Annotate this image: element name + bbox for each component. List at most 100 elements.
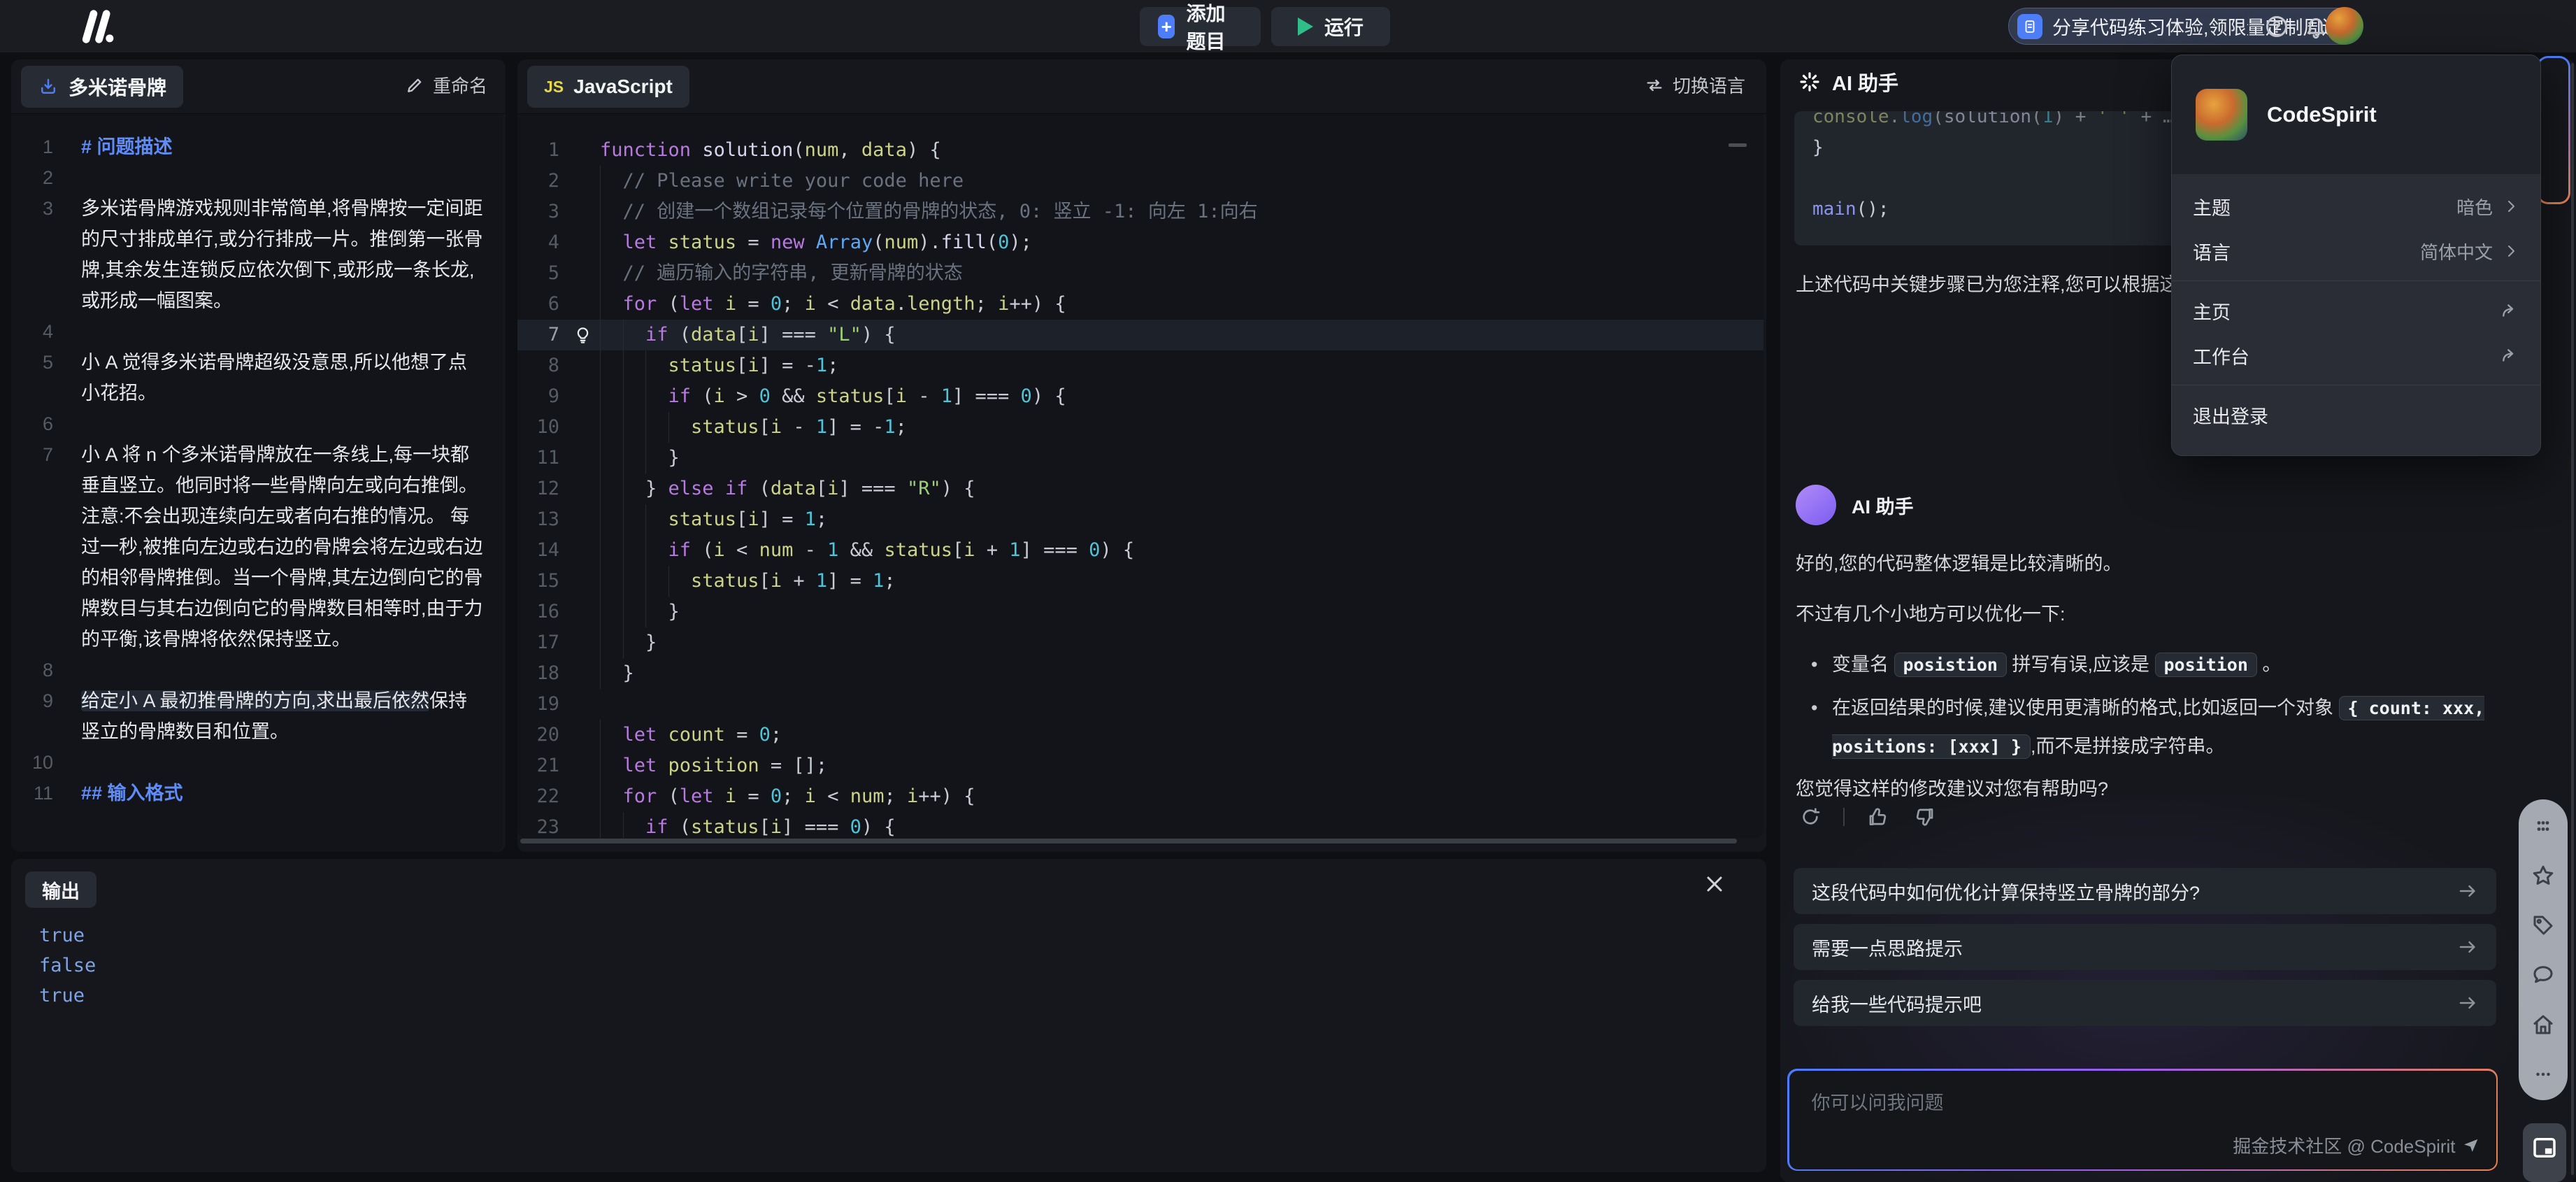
line-number: 17 [517, 627, 565, 658]
dots-icon[interactable] [2528, 1059, 2559, 1090]
line-number: 1 [517, 135, 565, 166]
markdown-line: 6 [11, 408, 503, 439]
line-number: 6 [517, 289, 565, 320]
sidebar-toggle-icon[interactable] [18, 13, 46, 41]
problem-panel-header: 多米诺骨牌 重命名 [11, 59, 506, 114]
chevron-right-icon [2503, 198, 2519, 215]
problem-markdown-editor[interactable]: 1# 问题描述23多米诺骨牌游戏规则非常简单,将骨牌按一定间距的尺寸排成单行,或… [11, 114, 503, 852]
grid-handle-icon[interactable] [2528, 811, 2559, 841]
ai-message-header: AI 助手 [1796, 485, 1914, 525]
output-panel: 输出 truefalsetrue [11, 859, 1766, 1172]
survey-icon [2017, 14, 2042, 39]
user-name: CodeSpirit [2267, 102, 2377, 127]
line-number: 11 [517, 443, 565, 473]
menu-item-主页[interactable]: 主页 [2172, 288, 2540, 333]
arrow-right-icon [2457, 881, 2478, 902]
inline-code: posistion [1894, 653, 2007, 677]
menu-divider [2172, 280, 2540, 281]
markdown-line: 4 [11, 316, 503, 347]
add-question-button[interactable]: + 添加题目 [1140, 7, 1261, 46]
user-dropdown-menu: CodeSpirit 主题暗色语言简体中文主页工作台退出登录 [2171, 55, 2541, 456]
tag-icon[interactable] [2528, 910, 2559, 941]
download-arrow-icon [38, 76, 59, 97]
code-line: 17 } [517, 627, 1763, 658]
ai-message-actions [1796, 802, 1940, 832]
markdown-line: 10 [11, 747, 503, 778]
editor-panel-header: JS JavaScript 切换语言 [517, 59, 1766, 114]
avatar[interactable] [2326, 7, 2363, 45]
ai-message-paragraph: 您觉得这样的修改建议对您有帮助吗? [1796, 774, 2499, 804]
line-number: 13 [517, 504, 565, 535]
window-widget-button[interactable] [2523, 1123, 2566, 1182]
avatar [2196, 89, 2247, 141]
code-line: 18 } [517, 658, 1763, 689]
code-line: 16 } [517, 597, 1763, 627]
dropdown-user-row[interactable]: CodeSpirit [2172, 55, 2540, 174]
rename-button[interactable]: 重命名 [405, 72, 487, 98]
switch-language-label: 切换语言 [1673, 72, 1745, 98]
gradient-box-edge [2537, 56, 2570, 204]
horizontal-scrollbar[interactable] [520, 839, 1737, 843]
code-line: 13 status[i] = 1; [517, 504, 1763, 535]
thumbs-down-icon[interactable] [1910, 802, 1940, 832]
vertical-scrollbar[interactable] [2571, 63, 2574, 1175]
thumbs-up-icon[interactable] [1863, 802, 1892, 832]
code-line: 23 if (status[i] === 0) { [517, 812, 1763, 838]
code-line: 6 for (let i = 0; i < data.length; i++) … [517, 289, 1763, 320]
switch-language-button[interactable]: 切换语言 [1645, 72, 1745, 98]
suggested-question-label: 这段代码中如何优化计算保持竖立骨牌的部分? [1812, 878, 2200, 905]
line-number: 9 [11, 685, 81, 747]
home-icon[interactable] [2528, 1009, 2559, 1040]
tab-output[interactable]: 输出 [25, 871, 96, 908]
run-button[interactable]: 运行 [1271, 7, 1390, 46]
code-line: 7 if (data[i] === "L") { [517, 320, 1763, 350]
suggested-question-label: 给我一些代码提示吧 [1812, 990, 1982, 1017]
run-label: 运行 [1324, 13, 1364, 41]
suggested-question[interactable]: 给我一些代码提示吧 [1794, 980, 2496, 1026]
code-line: 2 // Please write your code here [517, 166, 1763, 197]
problem-title: 多米诺骨牌 [69, 73, 166, 101]
star-icon[interactable] [2528, 860, 2559, 891]
line-number: 20 [517, 720, 565, 750]
suggested-question[interactable]: 这段代码中如何优化计算保持竖立骨牌的部分? [1794, 868, 2496, 914]
plus-icon: + [1158, 15, 1175, 38]
tab-javascript[interactable]: JS JavaScript [527, 66, 689, 108]
menu-item-主题[interactable]: 主题暗色 [2172, 184, 2540, 229]
code-line: 12 } else if (data[i] === "R") { [517, 473, 1763, 504]
code-line: 5 // 遍历输入的字符串, 更新骨牌的状态 [517, 258, 1763, 289]
suggested-question[interactable]: 需要一点思路提示 [1794, 924, 2496, 970]
actions-divider [1843, 808, 1845, 826]
regenerate-icon[interactable] [1796, 802, 1825, 832]
code-line: 9 if (i > 0 && status[i - 1] === 0) { [517, 381, 1763, 412]
menu-item-工作台[interactable]: 工作台 [2172, 333, 2540, 378]
arrow-right-icon [2457, 992, 2478, 1013]
menu-item-value: 暗色 [2456, 194, 2493, 220]
menu-item-label: 工作台 [2193, 342, 2249, 369]
code-editor-content[interactable]: 1function solution(num, data) {2 // Plea… [517, 114, 1763, 838]
menu-item-value: 简体中文 [2420, 238, 2493, 264]
line-number: 23 [517, 812, 565, 838]
lightbulb-icon[interactable] [573, 326, 592, 345]
menu-item-signout[interactable]: 退出登录 [2172, 392, 2540, 437]
menu-item-label: 退出登录 [2193, 401, 2268, 429]
help-icon[interactable] [2263, 13, 2291, 41]
line-number: 3 [517, 197, 565, 227]
code-line: 1function solution(num, data) { [517, 135, 1763, 166]
markdown-line: 1# 问题描述 [11, 131, 503, 162]
code-line: 20 let count = 0; [517, 720, 1763, 750]
code-line: 10 status[i - 1] = -1; [517, 412, 1763, 443]
code-line: 19 [517, 689, 1763, 720]
logo-m-icon[interactable] [76, 8, 120, 45]
code-line: 21 let position = []; [517, 750, 1763, 781]
close-icon[interactable] [1701, 870, 1729, 898]
chat-icon[interactable] [2528, 960, 2559, 990]
chevron-right-icon [2503, 243, 2519, 259]
app-root: + 添加题目 运行 分享代码练习体验,领限量定制周边 多米诺骨牌 重命名 [0, 0, 2576, 1182]
ai-chat-input[interactable]: 你可以问我问题 掘金技术社区 @ CodeSpirit [1787, 1069, 2498, 1171]
ai-message-bullet: 变量名 posistion 拼写有误,应该是 position 。 [1808, 646, 2500, 684]
sparkle-icon [1798, 71, 1821, 93]
rename-label: 重命名 [433, 72, 487, 98]
tab-problem[interactable]: 多米诺骨牌 [21, 66, 183, 108]
markdown-line: 3多米诺骨牌游戏规则非常简单,将骨牌按一定间距的尺寸排成单行,或分行排成一片。推… [11, 193, 503, 316]
menu-item-语言[interactable]: 语言简体中文 [2172, 229, 2540, 273]
